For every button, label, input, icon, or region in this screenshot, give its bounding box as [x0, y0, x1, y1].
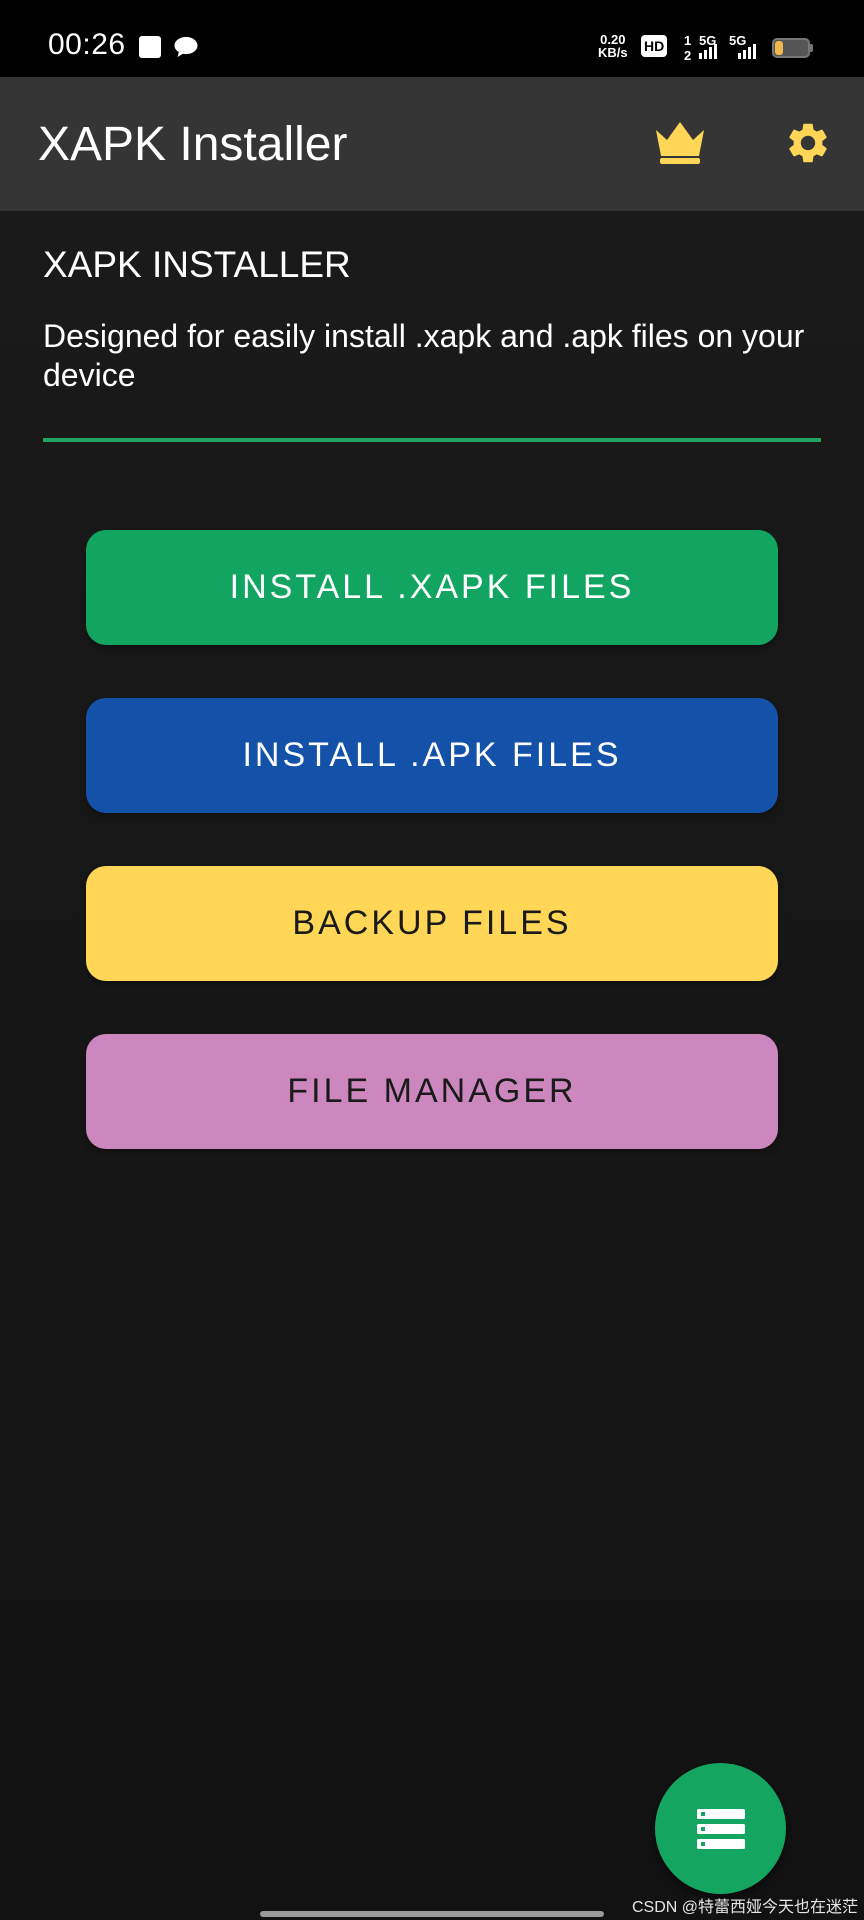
watermark: CSDN @特蕾西娅今天也在迷茫	[631, 1899, 858, 1916]
network-speed: 0.20 KB/s	[598, 33, 628, 59]
divider	[43, 438, 821, 442]
sim-slot-1-label: 12	[684, 33, 692, 63]
battery-icon	[772, 38, 810, 58]
backup-files-button[interactable]: BACKUP FILES	[86, 866, 778, 981]
app-screen: 00:26 0.20 KB/s HD 12 5G 5G XAPK Install…	[0, 0, 864, 1920]
gear-icon	[789, 123, 827, 163]
chat-bubble-icon	[173, 36, 199, 63]
settings-button[interactable]	[780, 115, 836, 171]
crown-icon	[656, 122, 704, 164]
gesture-nav-handle[interactable]	[260, 1911, 604, 1917]
install-apk-button[interactable]: INSTALL .APK FILES	[86, 698, 778, 813]
battery-level	[775, 41, 783, 55]
battery-tip	[810, 44, 813, 52]
premium-button[interactable]	[652, 115, 708, 171]
app-title: XAPK Installer	[38, 118, 348, 171]
hd-badge: HD	[641, 35, 668, 57]
status-time: 00:26	[48, 28, 126, 61]
network-speed-unit: KB/s	[598, 45, 628, 60]
intro-title: XAPK INSTALLER	[43, 244, 351, 285]
install-xapk-button[interactable]: INSTALL .XAPK FILES	[86, 530, 778, 645]
storage-fab-button[interactable]	[655, 1763, 786, 1894]
app-bar: XAPK Installer	[0, 77, 864, 211]
storage-list-icon	[696, 1808, 745, 1849]
status-bar: 00:26 0.20 KB/s HD 12 5G 5G	[0, 0, 864, 77]
notification-square-icon	[139, 36, 161, 58]
file-manager-button[interactable]: FILE MANAGER	[86, 1034, 778, 1149]
intro-description: Designed for easily install .xapk and .a…	[43, 318, 805, 393]
signal-bars-2-icon	[738, 44, 756, 59]
signal-bars-1-icon	[699, 44, 717, 59]
